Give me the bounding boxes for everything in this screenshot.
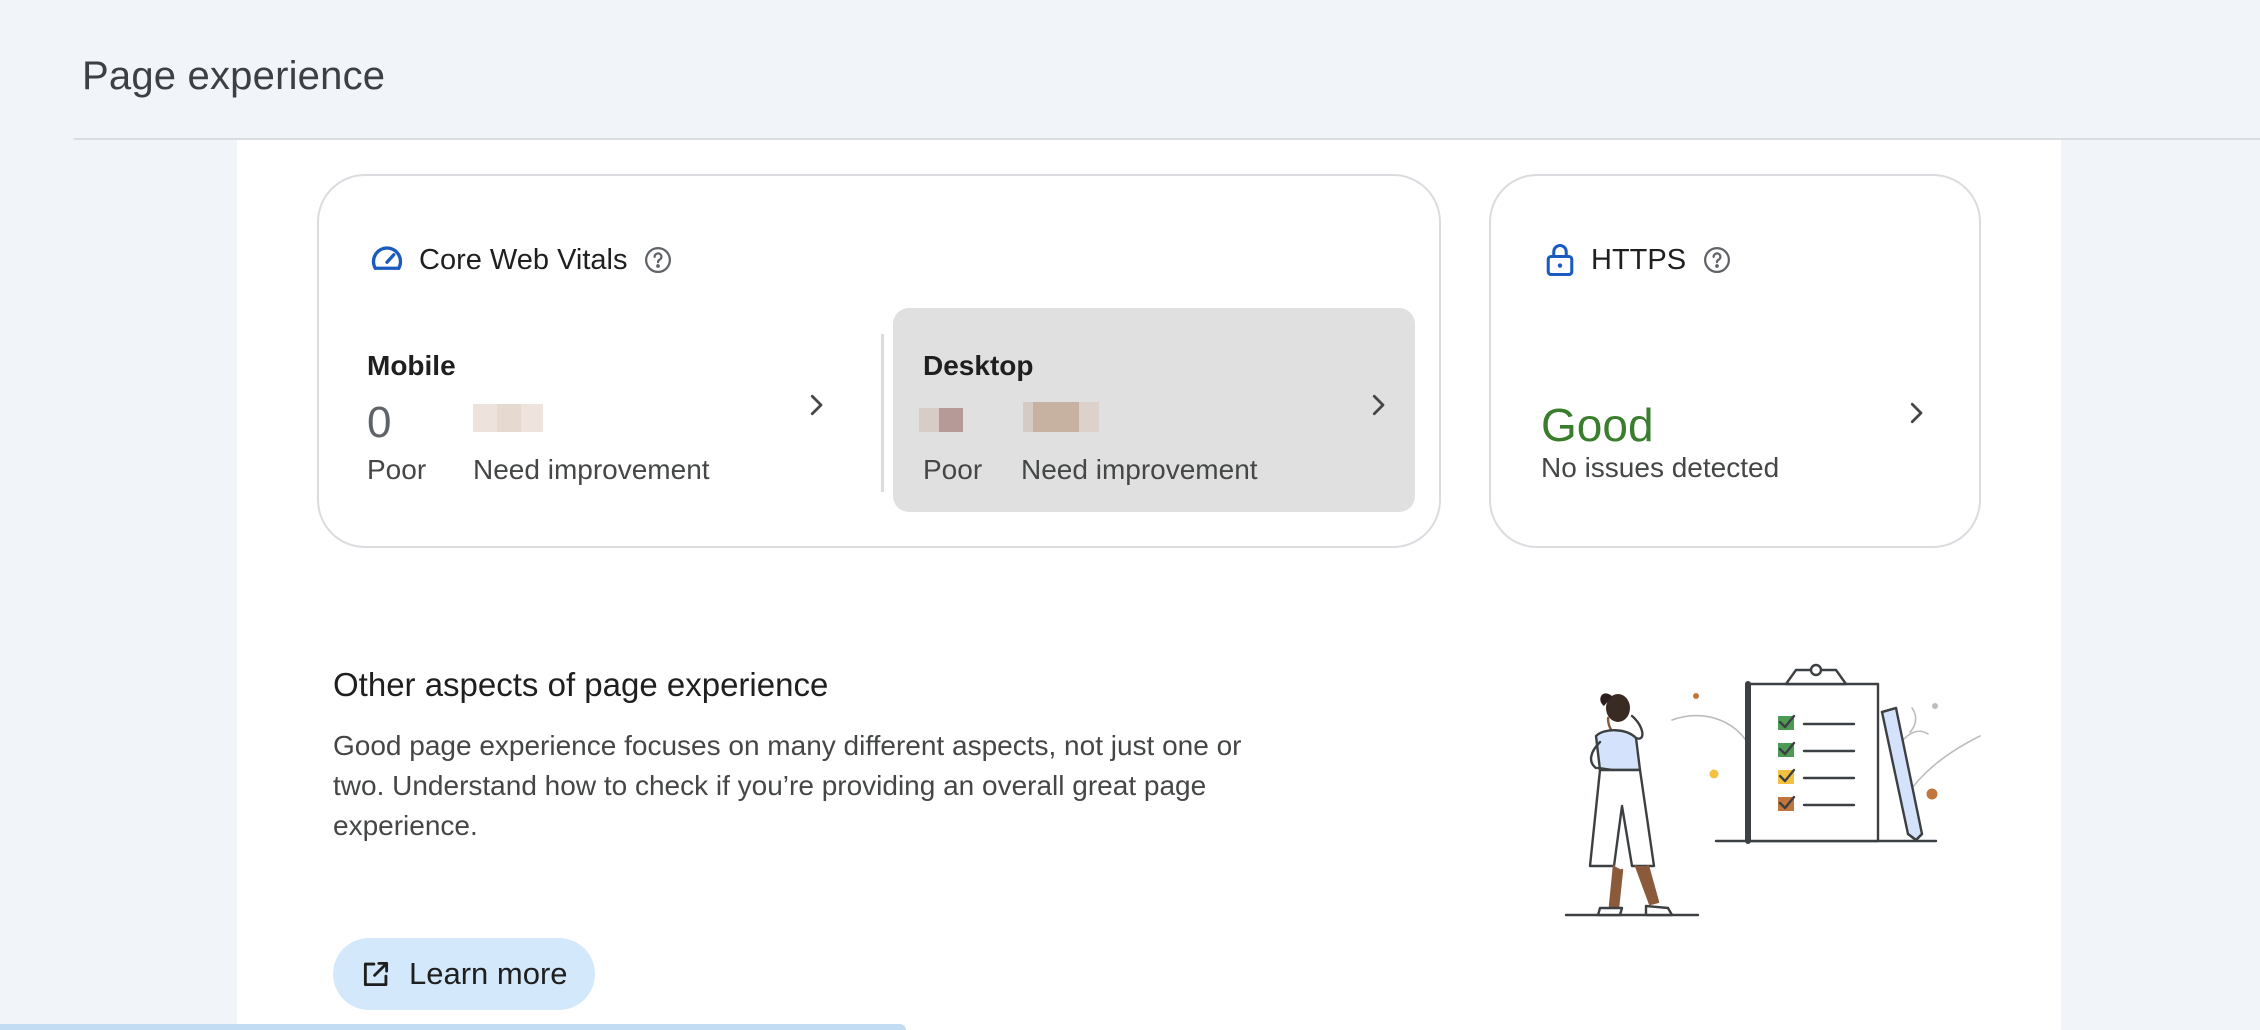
mobile-summary[interactable]: Mobile 0 Poor Need improvement <box>331 308 853 512</box>
mobile-need-improvement-count-redacted <box>473 404 543 432</box>
https-header: HTTPS <box>1543 242 1732 278</box>
other-aspects-title: Other aspects of page experience <box>333 666 829 703</box>
help-circle-icon[interactable] <box>1702 245 1732 275</box>
other-aspects-description: Good page experience focuses on many dif… <box>333 730 1242 841</box>
core-web-vitals-card: Core Web Vitals Mobile 0 Poor Need impro… <box>317 174 1441 548</box>
chevron-right-icon[interactable] <box>801 390 831 420</box>
https-subtitle: No issues detected <box>1541 452 1780 483</box>
desktop-need-improvement-label: Need improvement <box>1021 454 1258 485</box>
https-card[interactable]: HTTPS Good No issues detected <box>1489 174 1981 548</box>
desktop-need-improvement-count-redacted <box>1023 402 1099 432</box>
core-web-vitals-header: Core Web Vitals <box>369 242 673 278</box>
bottom-scroll-bar <box>0 1024 906 1030</box>
desktop-poor-count-redacted <box>919 408 963 432</box>
desktop-summary[interactable]: Desktop Poor Need improvement <box>893 308 1415 512</box>
chevron-right-icon[interactable] <box>1363 390 1393 420</box>
lock-icon <box>1543 242 1577 278</box>
device-divider <box>881 334 884 492</box>
learn-more-label: Learn more <box>409 956 568 991</box>
core-web-vitals-title: Core Web Vitals <box>419 243 628 276</box>
desktop-label: Desktop <box>923 350 1034 381</box>
page-header: Page experience <box>0 0 2260 140</box>
mobile-poor-count: 0 <box>367 398 392 447</box>
chevron-right-icon[interactable] <box>1901 398 1931 428</box>
learn-more-button[interactable]: Learn more <box>333 938 595 1010</box>
mobile-label: Mobile <box>367 350 456 381</box>
mobile-need-improvement-label: Need improvement <box>473 454 710 485</box>
desktop-poor-label: Poor <box>923 454 983 485</box>
checklist-illustration <box>1560 656 1990 931</box>
page-title: Page experience <box>82 54 386 98</box>
https-status: Good <box>1541 399 1654 451</box>
help-circle-icon[interactable] <box>643 245 673 275</box>
open-in-new-icon <box>359 957 393 991</box>
mobile-poor-label: Poor <box>367 454 427 485</box>
https-title: HTTPS <box>1591 243 1687 276</box>
speedometer-icon <box>369 242 405 278</box>
